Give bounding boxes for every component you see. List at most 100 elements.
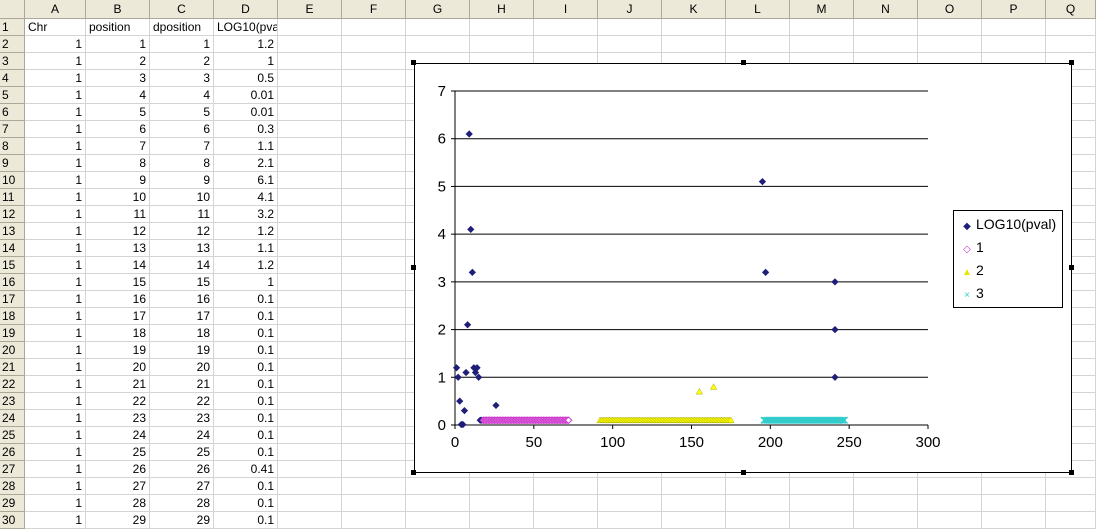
resize-handle-bottom-right[interactable] bbox=[1069, 470, 1074, 475]
table-cell[interactable] bbox=[534, 36, 598, 53]
legend-item[interactable]: ▲ 2 bbox=[960, 261, 984, 279]
cell-c1[interactable]: dposition bbox=[150, 19, 214, 36]
row-header[interactable]: 24 bbox=[0, 410, 25, 427]
row-header[interactable]: 18 bbox=[0, 308, 25, 325]
table-cell[interactable]: 21 bbox=[86, 376, 150, 393]
table-cell[interactable] bbox=[662, 478, 726, 495]
legend-item[interactable]: ◆ LOG10(pval) bbox=[960, 215, 1056, 233]
cell-l1[interactable] bbox=[726, 19, 790, 36]
row-header[interactable]: 29 bbox=[0, 495, 25, 512]
table-cell[interactable] bbox=[726, 512, 790, 529]
table-cell[interactable]: 29 bbox=[86, 512, 150, 529]
legend-item[interactable]: ◇ 1 bbox=[960, 238, 984, 256]
row-header[interactable]: 19 bbox=[0, 325, 25, 342]
row-header[interactable]: 30 bbox=[0, 512, 25, 529]
table-cell[interactable]: 5 bbox=[150, 104, 214, 121]
row-header[interactable]: 10 bbox=[0, 172, 25, 189]
table-cell[interactable]: 19 bbox=[150, 342, 214, 359]
cell-i1[interactable] bbox=[534, 19, 598, 36]
table-cell[interactable]: 1 bbox=[25, 70, 86, 87]
table-cell[interactable] bbox=[342, 53, 406, 70]
table-cell[interactable]: 1 bbox=[25, 444, 86, 461]
table-cell[interactable] bbox=[278, 138, 342, 155]
cell-p1[interactable] bbox=[982, 19, 1046, 36]
table-cell[interactable] bbox=[598, 495, 662, 512]
table-cell[interactable] bbox=[342, 427, 406, 444]
table-cell[interactable]: 0.01 bbox=[214, 87, 278, 104]
table-cell[interactable] bbox=[790, 478, 854, 495]
table-cell[interactable]: 1 bbox=[25, 257, 86, 274]
column-header-p[interactable]: P bbox=[982, 0, 1046, 19]
table-cell[interactable]: 8 bbox=[86, 155, 150, 172]
table-cell[interactable] bbox=[342, 376, 406, 393]
chart-legend[interactable]: ◆ LOG10(pval) ◇ 1 ▲ 2 × 3 bbox=[953, 210, 1063, 308]
table-cell[interactable] bbox=[918, 512, 982, 529]
column-header-i[interactable]: I bbox=[534, 0, 598, 19]
table-cell[interactable]: 1 bbox=[25, 359, 86, 376]
table-cell[interactable] bbox=[982, 36, 1046, 53]
row-header[interactable]: 8 bbox=[0, 138, 25, 155]
table-cell[interactable] bbox=[278, 478, 342, 495]
column-header-b[interactable]: B bbox=[86, 0, 150, 19]
row-header[interactable]: 28 bbox=[0, 478, 25, 495]
table-cell[interactable]: 0.5 bbox=[214, 70, 278, 87]
table-cell[interactable]: 4 bbox=[150, 87, 214, 104]
table-cell[interactable]: 4.1 bbox=[214, 189, 278, 206]
table-cell[interactable]: 1 bbox=[25, 393, 86, 410]
table-cell[interactable]: 6.1 bbox=[214, 172, 278, 189]
table-cell[interactable] bbox=[918, 36, 982, 53]
table-cell[interactable]: 1 bbox=[25, 427, 86, 444]
table-cell[interactable] bbox=[854, 36, 918, 53]
table-cell[interactable] bbox=[790, 512, 854, 529]
table-cell[interactable] bbox=[278, 376, 342, 393]
table-cell[interactable]: 0.1 bbox=[214, 376, 278, 393]
table-cell[interactable] bbox=[470, 36, 534, 53]
table-cell[interactable] bbox=[470, 495, 534, 512]
row-header[interactable]: 26 bbox=[0, 444, 25, 461]
table-cell[interactable]: 0.41 bbox=[214, 461, 278, 478]
table-cell[interactable] bbox=[854, 512, 918, 529]
cell-m1[interactable] bbox=[790, 19, 854, 36]
table-cell[interactable] bbox=[854, 495, 918, 512]
table-cell[interactable] bbox=[726, 478, 790, 495]
table-cell[interactable]: 29 bbox=[150, 512, 214, 529]
column-header-a[interactable]: A bbox=[25, 0, 86, 19]
row-header[interactable]: 14 bbox=[0, 240, 25, 257]
column-header-m[interactable]: M bbox=[790, 0, 854, 19]
table-cell[interactable]: 1 bbox=[25, 240, 86, 257]
table-cell[interactable] bbox=[342, 189, 406, 206]
table-cell[interactable] bbox=[278, 461, 342, 478]
table-cell[interactable] bbox=[1046, 36, 1096, 53]
table-cell[interactable] bbox=[342, 512, 406, 529]
table-cell[interactable]: 1 bbox=[25, 325, 86, 342]
table-cell[interactable] bbox=[342, 342, 406, 359]
table-cell[interactable] bbox=[1046, 495, 1096, 512]
resize-handle-mid-right[interactable] bbox=[1069, 265, 1074, 270]
resize-handle-mid-left[interactable] bbox=[411, 265, 416, 270]
row-header[interactable]: 21 bbox=[0, 359, 25, 376]
row-header[interactable]: 27 bbox=[0, 461, 25, 478]
cell-g1[interactable] bbox=[406, 19, 470, 36]
column-header-l[interactable]: L bbox=[726, 0, 790, 19]
table-cell[interactable]: 15 bbox=[150, 274, 214, 291]
table-cell[interactable]: 12 bbox=[86, 223, 150, 240]
table-cell[interactable] bbox=[342, 291, 406, 308]
table-cell[interactable]: 15 bbox=[86, 274, 150, 291]
cell-a1[interactable]: Chr bbox=[25, 19, 86, 36]
row-header[interactable]: 11 bbox=[0, 189, 25, 206]
legend-item[interactable]: × 3 bbox=[960, 284, 984, 302]
table-cell[interactable]: 1 bbox=[86, 36, 150, 53]
table-cell[interactable]: 0.3 bbox=[214, 121, 278, 138]
table-cell[interactable] bbox=[278, 172, 342, 189]
table-cell[interactable]: 2 bbox=[150, 53, 214, 70]
table-cell[interactable] bbox=[662, 36, 726, 53]
table-cell[interactable] bbox=[342, 240, 406, 257]
table-cell[interactable] bbox=[278, 427, 342, 444]
cell-h1[interactable] bbox=[470, 19, 534, 36]
table-cell[interactable] bbox=[342, 87, 406, 104]
table-cell[interactable]: 6 bbox=[150, 121, 214, 138]
table-cell[interactable] bbox=[278, 325, 342, 342]
row-header[interactable]: 2 bbox=[0, 36, 25, 53]
table-cell[interactable]: 19 bbox=[86, 342, 150, 359]
row-header[interactable]: 25 bbox=[0, 427, 25, 444]
